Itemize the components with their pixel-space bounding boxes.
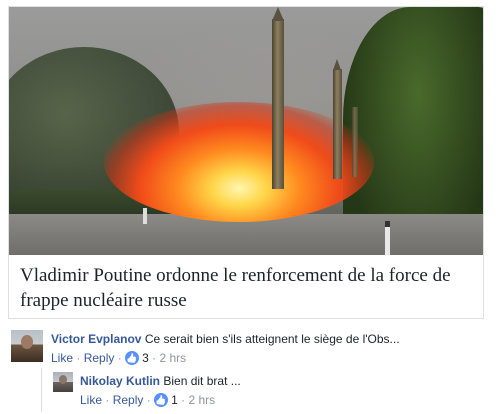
- shared-link-card[interactable]: Vladimir Poutine ordonne le renforcement…: [8, 6, 484, 319]
- thumbnail-post-small: [143, 208, 147, 224]
- reactions-count-button[interactable]: 3: [125, 351, 152, 365]
- like-link[interactable]: Like: [51, 351, 73, 365]
- avatar[interactable]: [53, 372, 73, 392]
- article-title[interactable]: Vladimir Poutine ordonne le renforcement…: [20, 263, 480, 313]
- like-thumb-icon: [125, 351, 140, 365]
- thumbnail-missile: [352, 107, 358, 177]
- comment-actions: Like · Reply · 3 · 2 hrs: [51, 351, 186, 365]
- like-thumb-icon: [154, 393, 169, 407]
- thumbnail-road-post: [385, 221, 390, 255]
- comment-actions: Like · Reply · 1 · 2 hrs: [80, 393, 215, 407]
- thumbnail-missile: [333, 59, 342, 179]
- reply-link[interactable]: Reply: [113, 393, 144, 407]
- thumbnail-missile: [272, 7, 284, 189]
- like-link[interactable]: Like: [80, 393, 102, 407]
- comment-timestamp[interactable]: 2 hrs: [159, 351, 186, 365]
- reply-thread-line: [41, 368, 42, 412]
- comment-timestamp[interactable]: 2 hrs: [188, 393, 215, 407]
- reactions-count-button[interactable]: 1: [154, 393, 181, 407]
- comment-text: Ce serait bien s'ils atteignent le siège…: [144, 332, 400, 346]
- article-thumbnail[interactable]: [9, 7, 483, 255]
- comment-author[interactable]: Victor Evplanov: [51, 332, 141, 346]
- reply-link[interactable]: Reply: [84, 351, 115, 365]
- avatar[interactable]: [11, 330, 43, 362]
- comment-text: Bien dit brat ...: [163, 374, 241, 388]
- comment-author[interactable]: Nikolay Kutlin: [80, 374, 160, 388]
